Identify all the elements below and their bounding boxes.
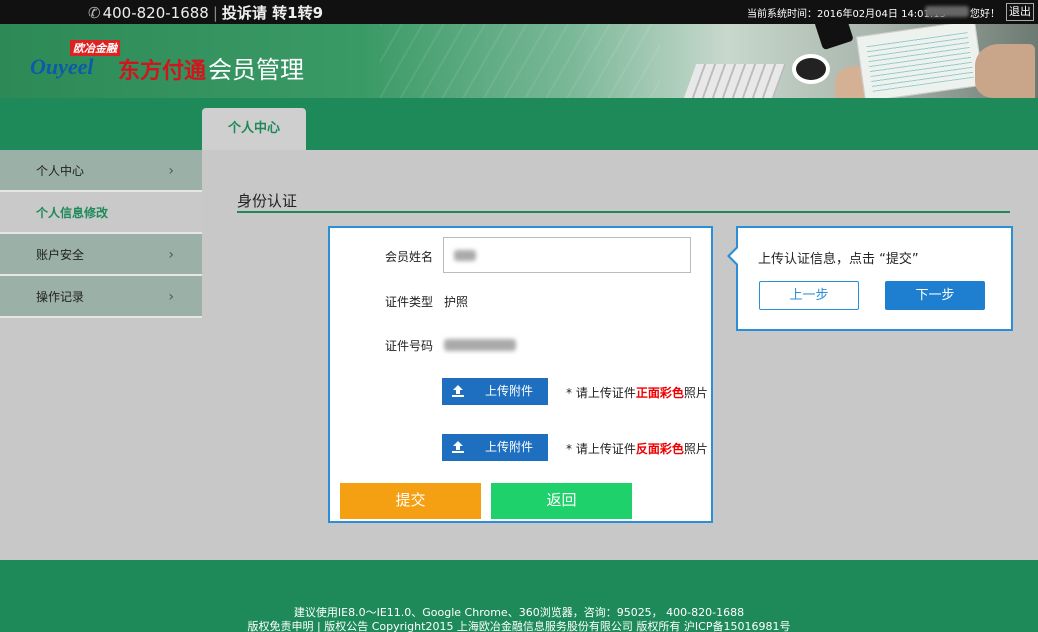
greeting: 您好！: [970, 9, 1000, 20]
upload-front-button[interactable]: 上传附件: [442, 378, 548, 405]
note-highlight: 正面彩色: [635, 386, 684, 400]
member-name-input[interactable]: [443, 237, 691, 273]
document-illustration: [855, 24, 985, 98]
guide-tooltip: 上传认证信息，点击 “提交” 上一步 下一步: [727, 226, 1013, 331]
name-value-redacted: [454, 250, 476, 261]
sidebar-item-label: 账户安全: [36, 248, 85, 262]
note-text: * 请上传证件: [566, 442, 636, 456]
nav-band: [0, 98, 1038, 150]
divider: |: [212, 4, 218, 22]
hand-illustration-right: [975, 44, 1035, 98]
note-text: 照片: [683, 386, 708, 400]
note-text: 照片: [683, 442, 708, 456]
upload-front-note: * 请上传证件正面彩色照片: [566, 384, 708, 401]
footer-copyright: 版权免责申明 | 版权公告 Copyright2015 上海欧冶金融信息服务股份…: [247, 620, 791, 632]
hotline: ✆ 400-820-1688 | 投诉请 转1转9: [88, 2, 323, 23]
hotline-number: 400-820-1688: [102, 4, 209, 22]
top-bar: ✆ 400-820-1688 | 投诉请 转1转9 当前系统时间：2016年02月04…: [0, 0, 1038, 24]
complaint-text: 投诉请 转1转9: [221, 4, 324, 22]
upload-label: 上传附件: [484, 384, 533, 398]
next-step-button[interactable]: 下一步: [885, 281, 985, 310]
sidebar-item-profile-edit[interactable]: 个人信息修改: [0, 192, 202, 234]
logo-chinese: 东方付通: [118, 59, 207, 84]
system-time: 当前系统时间：2016年02月04日 14:01:15: [747, 9, 946, 20]
submit-button[interactable]: 提交: [340, 483, 481, 519]
tab-personal-center[interactable]: 个人中心: [202, 108, 306, 150]
sidebar-item-operation-log[interactable]: 操作记录 ›: [0, 276, 202, 318]
sidebar-item-label: 个人中心: [36, 164, 85, 178]
upload-back-note: * 请上传证件反面彩色照片: [566, 440, 708, 457]
id-type-label: 证件类型: [385, 295, 434, 309]
section-divider: [237, 211, 1010, 213]
sidebar-item-account-security[interactable]: 账户安全 ›: [0, 234, 202, 276]
logout-button[interactable]: 退出: [1006, 3, 1034, 21]
phone-illustration: [814, 24, 854, 51]
upload-icon: [452, 385, 464, 397]
sidebar-item-personal-center[interactable]: 个人中心 ›: [0, 150, 202, 192]
username-redacted: [925, 6, 969, 17]
tooltip-text: 上传认证信息，点击 “提交”: [758, 252, 919, 267]
keyboard-illustration: [683, 64, 787, 98]
phone-icon: ✆: [88, 4, 101, 22]
sidebar-item-label: 操作记录: [36, 290, 85, 304]
banner-decoration: [380, 24, 660, 98]
name-label: 会员姓名: [385, 250, 434, 264]
note-highlight: 反面彩色: [635, 442, 684, 456]
sidebar-item-label: 个人信息修改: [36, 206, 109, 220]
id-type-value: 护照: [444, 295, 469, 309]
id-number-label: 证件号码: [385, 339, 434, 353]
tooltip-arrow: [727, 246, 738, 266]
page-title: 会员管理: [208, 56, 304, 84]
logo-english: Ouyeel: [30, 54, 94, 79]
header-banner: 欧冶金融 Ouyeel 东方付通 会员管理: [0, 24, 1038, 98]
chevron-right-icon: ›: [168, 163, 174, 179]
previous-step-button[interactable]: 上一步: [759, 281, 859, 310]
identity-form: 会员姓名 证件类型 护照 证件号码 上传附件 * 请上传证件正面彩色照片 上传附…: [328, 226, 713, 523]
upload-back-button[interactable]: 上传附件: [442, 434, 548, 461]
upload-label: 上传附件: [484, 440, 533, 454]
id-number-redacted: [444, 339, 516, 351]
back-button[interactable]: 返回: [491, 483, 632, 519]
upload-icon: [452, 441, 464, 453]
note-text: * 请上传证件: [566, 386, 636, 400]
chevron-right-icon: ›: [168, 289, 174, 305]
footer: 建议使用IE8.0～IE11.0、Google Chrome、360浏览器，咨询…: [0, 560, 1038, 632]
sidebar: 个人中心 › 个人信息修改 账户安全 › 操作记录 ›: [0, 150, 202, 318]
coffee-cup-illustration: [792, 54, 830, 84]
chevron-right-icon: ›: [168, 247, 174, 263]
section-title: 身份认证: [237, 192, 298, 210]
